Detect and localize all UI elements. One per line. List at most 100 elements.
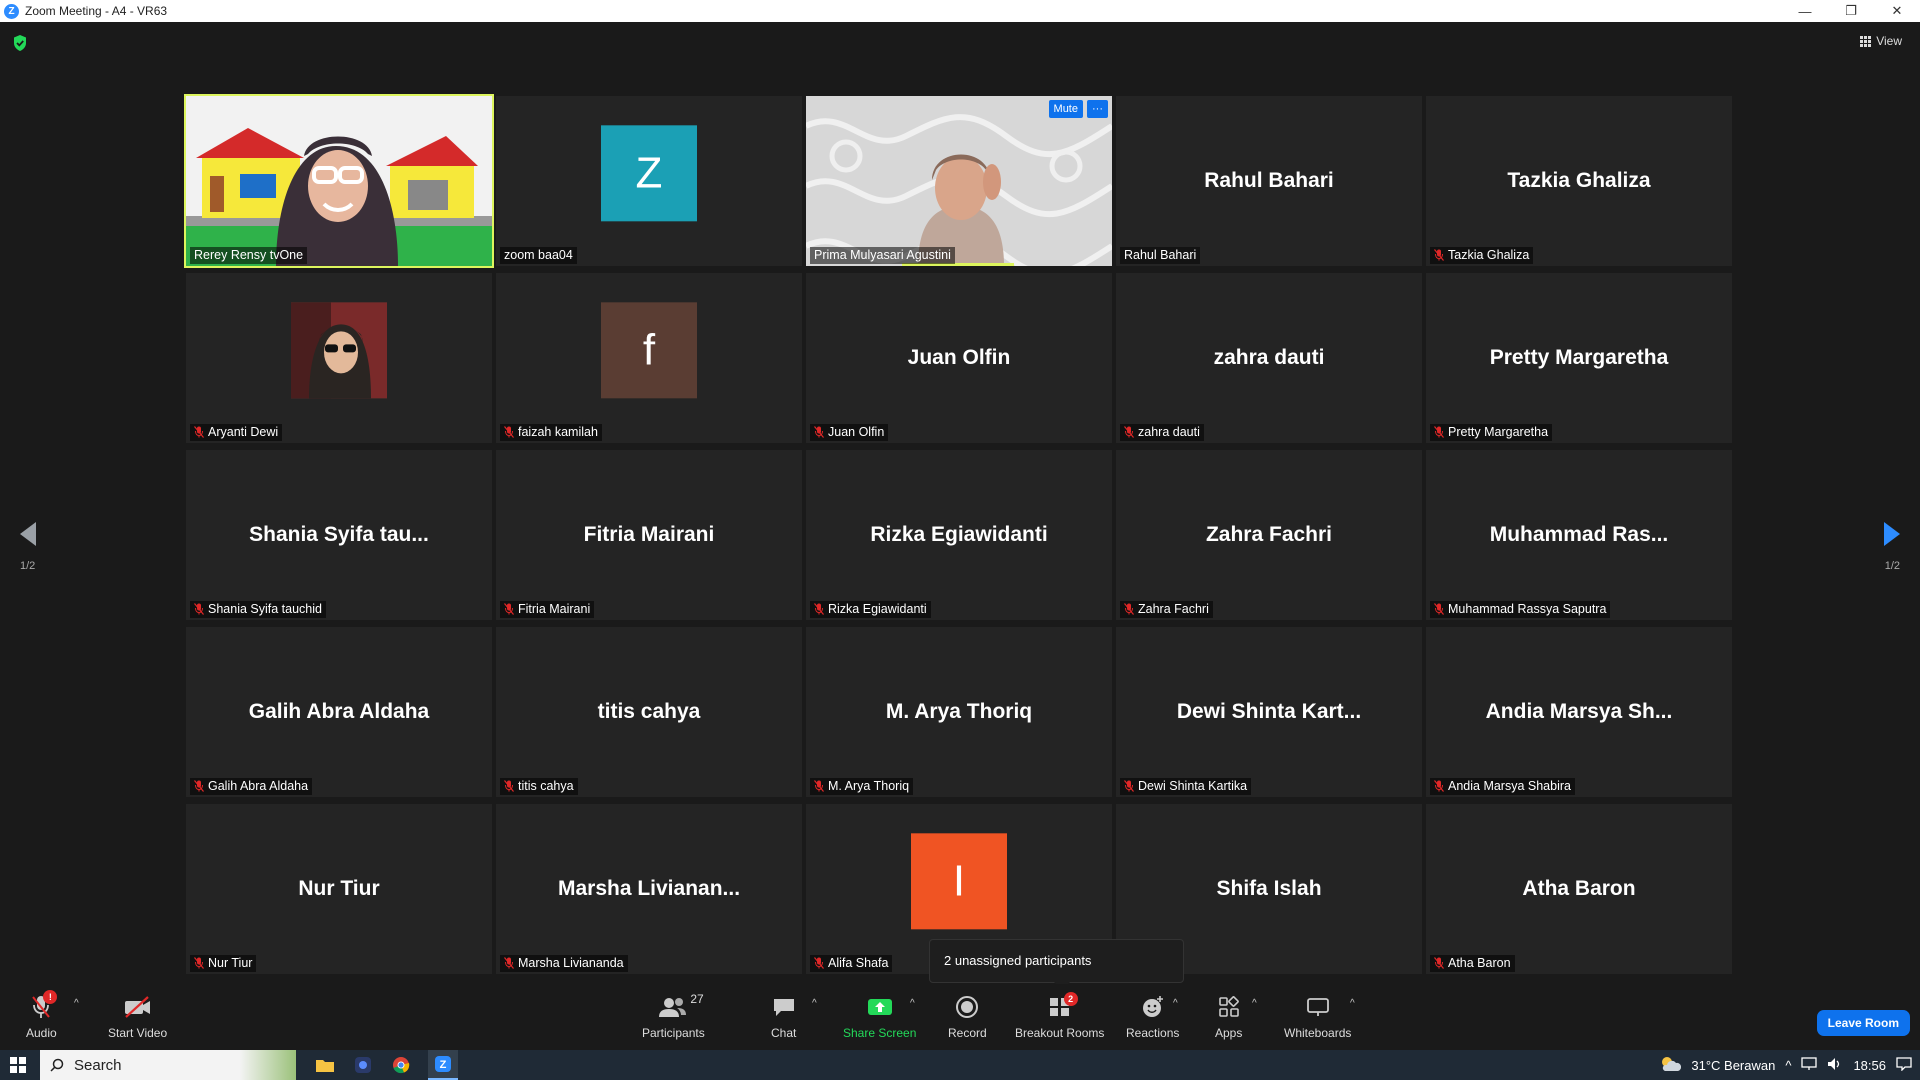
breakout-rooms-button[interactable]: 2 Breakout Rooms <box>1015 992 1104 1040</box>
participant-tile[interactable]: Shania Syifa tau... Shania Syifa tauchid <box>186 450 492 620</box>
microphone-muted-icon <box>194 957 204 969</box>
reactions-button[interactable]: Reactions <box>1126 992 1179 1040</box>
zoom-taskbar-icon[interactable]: Z <box>428 1050 458 1080</box>
participant-name: Fitria Mairani <box>518 602 591 616</box>
weather-text[interactable]: 31°C Berawan <box>1691 1058 1775 1073</box>
participant-name: Zahra Fachri <box>1138 602 1209 616</box>
participant-tile[interactable]: Muhammad Ras... Muhammad Rassya Saputra <box>1426 450 1732 620</box>
participant-display-name: Rahul Bahari <box>1204 169 1334 192</box>
record-button[interactable]: Record <box>948 992 987 1040</box>
start-video-button[interactable]: Start Video <box>108 992 167 1040</box>
participant-name-label: Rahul Bahari <box>1120 247 1201 264</box>
volume-icon[interactable] <box>1827 1057 1843 1074</box>
participant-name: zahra dauti <box>1138 425 1200 439</box>
participant-tile[interactable]: titis cahya titis cahya <box>496 627 802 797</box>
shield-icon[interactable] <box>12 34 28 52</box>
participant-tile[interactable]: Juan Olfin Juan Olfin <box>806 273 1112 443</box>
view-button[interactable]: View <box>1860 34 1902 48</box>
participant-tile[interactable]: Dewi Shinta Kart... Dewi Shinta Kartika <box>1116 627 1422 797</box>
chat-options-caret-icon[interactable]: ^ <box>812 998 817 1009</box>
audio-button[interactable]: ! Audio <box>26 990 58 1040</box>
participant-name: Aryanti Dewi <box>208 425 279 439</box>
next-page-arrow-icon[interactable] <box>1882 520 1902 548</box>
zoom-logo-icon <box>4 3 19 19</box>
participant-name-label: Dewi Shinta Kartika <box>1120 778 1252 795</box>
participant-display-name: Muhammad Ras... <box>1489 523 1669 546</box>
participant-tile[interactable]: Galih Abra Aldaha Galih Abra Aldaha <box>186 627 492 797</box>
chrome-icon[interactable] <box>390 1054 412 1076</box>
taskbar-apps: Z <box>314 1050 458 1080</box>
participant-tile[interactable]: Tazkia Ghaliza Tazkia Ghaliza <box>1426 96 1732 266</box>
participant-tile[interactable]: M. Arya Thoriq M. Arya Thoriq <box>806 627 1112 797</box>
participant-name-label: faizah kamilah <box>500 424 602 441</box>
audio-options-caret-icon[interactable]: ^ <box>74 998 79 1009</box>
tile-more-options-button[interactable]: ··· <box>1087 100 1108 118</box>
participant-tile[interactable]: Mute ··· Prima Mulyasari Agustini <box>806 96 1112 266</box>
participant-video-feed <box>186 96 492 266</box>
apps-button[interactable]: Apps <box>1215 992 1242 1040</box>
participant-tile[interactable]: Nur Tiur Nur Tiur <box>186 804 492 974</box>
audio-alert-badge: ! <box>43 990 58 1004</box>
participant-name-label: Atha Baron <box>1430 955 1515 972</box>
participant-display-name: titis cahya <box>597 700 701 723</box>
windows-start-icon[interactable] <box>0 1050 36 1080</box>
apps-options-caret-icon[interactable]: ^ <box>1252 998 1257 1009</box>
previous-page-arrow-icon[interactable] <box>18 520 38 548</box>
participant-tile[interactable]: f faizah kamilah <box>496 273 802 443</box>
clock[interactable]: 18:56 <box>1853 1058 1886 1073</box>
window-controls: — ❐ ✕ <box>1782 0 1920 22</box>
participant-name: Dewi Shinta Kartika <box>1138 779 1248 793</box>
whiteboards-options-caret-icon[interactable]: ^ <box>1350 998 1355 1009</box>
participant-name: M. Arya Thoriq <box>828 779 910 793</box>
participants-label: Participants <box>642 1026 705 1040</box>
svg-text:Z: Z <box>440 1059 447 1071</box>
participant-display-name: M. Arya Thoriq <box>885 700 1033 723</box>
participant-tile[interactable]: Zahra Fachri Zahra Fachri <box>1116 450 1422 620</box>
tile-controls: Mute ··· <box>1048 100 1108 118</box>
minimize-button[interactable]: — <box>1782 0 1828 22</box>
chat-button[interactable]: Chat <box>771 992 796 1040</box>
close-button[interactable]: ✕ <box>1874 0 1920 22</box>
app-icon[interactable] <box>352 1054 374 1076</box>
notifications-icon[interactable] <box>1896 1056 1912 1074</box>
weather-icon <box>1659 1055 1682 1076</box>
participant-profile-photo <box>291 302 387 399</box>
participant-tile[interactable]: Marsha Livianan... Marsha Liviananda <box>496 804 802 974</box>
participant-tile[interactable]: Rizka Egiawidanti Rizka Egiawidanti <box>806 450 1112 620</box>
participant-name: zoom baa04 <box>504 248 573 262</box>
reactions-options-caret-icon[interactable]: ^ <box>1173 998 1178 1009</box>
participant-tile[interactable]: Andia Marsya Sh... Andia Marsya Shabira <box>1426 627 1732 797</box>
video-off-icon <box>123 992 153 1022</box>
participant-name: Shania Syifa tauchid <box>208 602 322 616</box>
microphone-muted-icon <box>194 426 204 438</box>
participant-name-label: Nur Tiur <box>190 955 257 972</box>
microphone-muted-icon <box>814 426 824 438</box>
participant-display-name: Marsha Livianan... <box>557 877 741 900</box>
tray-chevron-up-icon[interactable]: ^ <box>1785 1058 1791 1073</box>
network-icon[interactable] <box>1801 1056 1818 1074</box>
maximize-button[interactable]: ❐ <box>1828 0 1874 22</box>
participant-tile[interactable]: Rahul Bahari Rahul Bahari <box>1116 96 1422 266</box>
share-options-caret-icon[interactable]: ^ <box>910 998 915 1009</box>
participant-tile[interactable]: Atha Baron Atha Baron <box>1426 804 1732 974</box>
participant-tile[interactable]: Pretty Margaretha Pretty Margaretha <box>1426 273 1732 443</box>
microphone-muted-icon <box>1124 426 1134 438</box>
participant-tile[interactable]: Zzoom baa04 <box>496 96 802 266</box>
participant-tile[interactable]: Rerey Rensy tvOne <box>184 94 494 268</box>
taskbar-search-box[interactable]: Search <box>40 1050 296 1080</box>
participant-tile[interactable]: Aryanti Dewi <box>186 273 492 443</box>
whiteboards-button[interactable]: Whiteboards <box>1284 992 1351 1040</box>
chat-label: Chat <box>771 1026 797 1040</box>
whiteboard-icon <box>1306 992 1330 1022</box>
participant-name: Alifa Shafa <box>828 956 889 970</box>
participant-name: Galih Abra Aldaha <box>208 779 309 793</box>
file-explorer-icon[interactable] <box>314 1054 336 1076</box>
participant-tile[interactable]: Fitria Mairani Fitria Mairani <box>496 450 802 620</box>
tile-mute-button[interactable]: Mute <box>1048 100 1083 118</box>
leave-room-button[interactable]: Leave Room <box>1816 1010 1910 1036</box>
participants-button[interactable]: 27 Participants <box>642 992 705 1040</box>
share-screen-button[interactable]: Share Screen <box>843 992 916 1040</box>
participant-tile[interactable]: zahra dauti zahra dauti <box>1116 273 1422 443</box>
participant-name: faizah kamilah <box>518 425 598 439</box>
participant-avatar: Z <box>601 125 697 222</box>
